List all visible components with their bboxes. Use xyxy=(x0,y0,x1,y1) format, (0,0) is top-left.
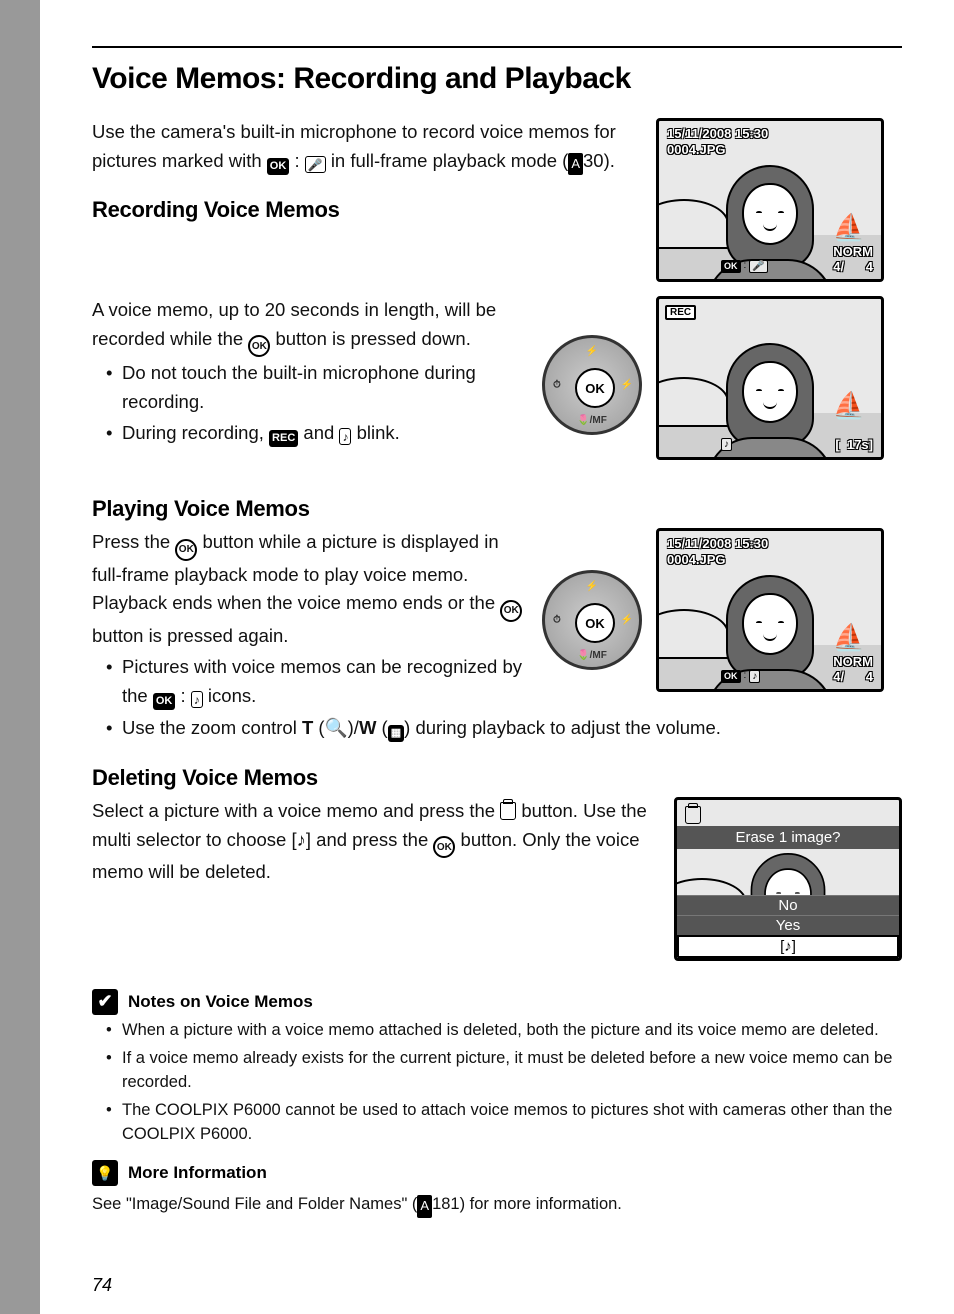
rec-icon: REC xyxy=(269,430,298,447)
note-mini-icon: ♪ xyxy=(749,670,760,683)
dpad-right-icon: ⚡ xyxy=(621,380,633,391)
magnify-icon: 🔍 xyxy=(325,717,348,738)
recording-note-2: During recording, REC and ♪ blink. xyxy=(106,419,528,448)
playing-heading: Playing Voice Memos xyxy=(92,496,902,522)
deleting-heading: Deleting Voice Memos xyxy=(92,765,902,791)
mic-icon: 🎤 xyxy=(305,156,326,173)
page-ref-icon: A xyxy=(417,1195,432,1217)
erase-option-memo: [♪] xyxy=(677,935,899,958)
dpad-ok-button: OK xyxy=(575,368,615,408)
tip-bulb-icon: 💡 xyxy=(92,1160,118,1186)
music-note-icon: ♪ xyxy=(191,691,203,708)
note-mini-icon: ♪ xyxy=(721,438,732,451)
multi-selector-diagram: ⚡ 🌷/MF ⏱ ⚡ OK xyxy=(542,335,642,435)
dpad-left-icon: ⏱ xyxy=(553,380,561,391)
ok-button-icon: OK xyxy=(248,335,270,357)
ok-mini-icon: OK xyxy=(721,260,741,273)
dpad-up-icon: ⚡ xyxy=(586,581,598,592)
ok-button-icon: OK xyxy=(433,836,455,858)
erase-screen-preview: Erase 1 image? No Yes [♪] xyxy=(674,797,902,961)
ok-button-icon: OK xyxy=(175,539,197,561)
recording-note-1: Do not touch the built-in microphone dur… xyxy=(106,359,528,416)
erase-option-no: No xyxy=(677,895,899,915)
notes-item-2: If a voice memo already exists for the c… xyxy=(106,1047,902,1095)
mic-mini-icon: 🎤 xyxy=(749,260,767,273)
music-note-icon: ♪ xyxy=(297,829,306,850)
page-number: 74 xyxy=(92,1275,112,1296)
trash-icon xyxy=(685,806,701,824)
notes-item-1: When a picture with a voice memo attache… xyxy=(106,1019,902,1043)
dpad-down-icon: 🌷/MF xyxy=(577,415,607,426)
dpad-ok-button: OK xyxy=(575,603,615,643)
recording-paragraph: A voice memo, up to 20 seconds in length… xyxy=(92,296,528,357)
page-ref-icon: A xyxy=(568,153,583,175)
recording-heading: Recording Voice Memos xyxy=(92,197,638,223)
intro-paragraph: Use the camera's built-in microphone to … xyxy=(92,118,638,175)
screen3-timestamp: 15/11/2008 15:30 0004.JPG xyxy=(667,536,768,569)
trash-icon xyxy=(500,802,516,820)
manual-page: Voice Memos: Recording and Playback Use … xyxy=(40,0,954,1314)
dpad-right-icon: ⚡ xyxy=(621,615,633,626)
playing-paragraph: Press the OK button while a picture is d… xyxy=(92,528,528,651)
title-rule xyxy=(92,46,902,48)
thumbnail-icon: ▦ xyxy=(388,725,404,742)
dpad-up-icon: ⚡ xyxy=(586,346,598,357)
screen1-timestamp: 15/11/2008 15:30 0004.JPG xyxy=(667,126,768,159)
notes-item-3: The COOLPIX P6000 cannot be used to atta… xyxy=(106,1099,902,1147)
more-info-heading: More Information xyxy=(128,1163,267,1183)
screen2-status-icons: ♪ xyxy=(721,438,732,451)
dpad-down-icon: 🌷/MF xyxy=(577,650,607,661)
sailboat-icon: ⛵ xyxy=(833,212,865,243)
screen3-status-icons: OK:♪ xyxy=(721,670,760,683)
rec-badge: REC xyxy=(665,305,696,320)
notes-heading: Notes on Voice Memos xyxy=(128,992,313,1012)
erase-dialog-title: Erase 1 image? xyxy=(677,826,899,849)
caution-check-icon: ✔ xyxy=(92,989,118,1015)
sailboat-icon: ⛵ xyxy=(833,390,865,421)
screen-preview-3: ⛵ 15/11/2008 15:30 0004.JPG NORM 4/ 4 OK… xyxy=(656,528,884,692)
playing-note-2: Use the zoom control T (🔍)/W (▦) during … xyxy=(106,714,902,743)
music-note-icon: ♪ xyxy=(339,428,351,445)
erase-option-yes: Yes xyxy=(677,915,899,935)
ok-button-icon: OK xyxy=(500,600,522,622)
ok-mini-icon: OK xyxy=(721,670,741,683)
sailboat-icon: ⛵ xyxy=(833,622,865,653)
ok-icon: OK xyxy=(267,158,290,175)
ok-icon: OK xyxy=(153,693,176,710)
dpad-left-icon: ⏱ xyxy=(553,615,561,626)
screen-preview-2: ⛵ REC [ 17s] ♪ xyxy=(656,296,884,460)
screen2-timer: [ 17s] xyxy=(835,437,873,453)
screen3-counter: NORM 4/ 4 xyxy=(833,654,873,685)
multi-selector-diagram: ⚡ 🌷/MF ⏱ ⚡ OK xyxy=(542,570,642,670)
screen-preview-1: ⛵ 15/11/2008 15:30 0004.JPG NORM 4/ 4 OK… xyxy=(656,118,884,282)
playing-note-1: Pictures with voice memos can be recogni… xyxy=(106,653,528,710)
page-title: Voice Memos: Recording and Playback xyxy=(92,62,902,96)
screen1-status-icons: OK:🎤 xyxy=(721,260,768,273)
screen1-counter: NORM 4/ 4 xyxy=(833,244,873,275)
more-info-text: See "Image/Sound File and Folder Names" … xyxy=(92,1192,902,1218)
